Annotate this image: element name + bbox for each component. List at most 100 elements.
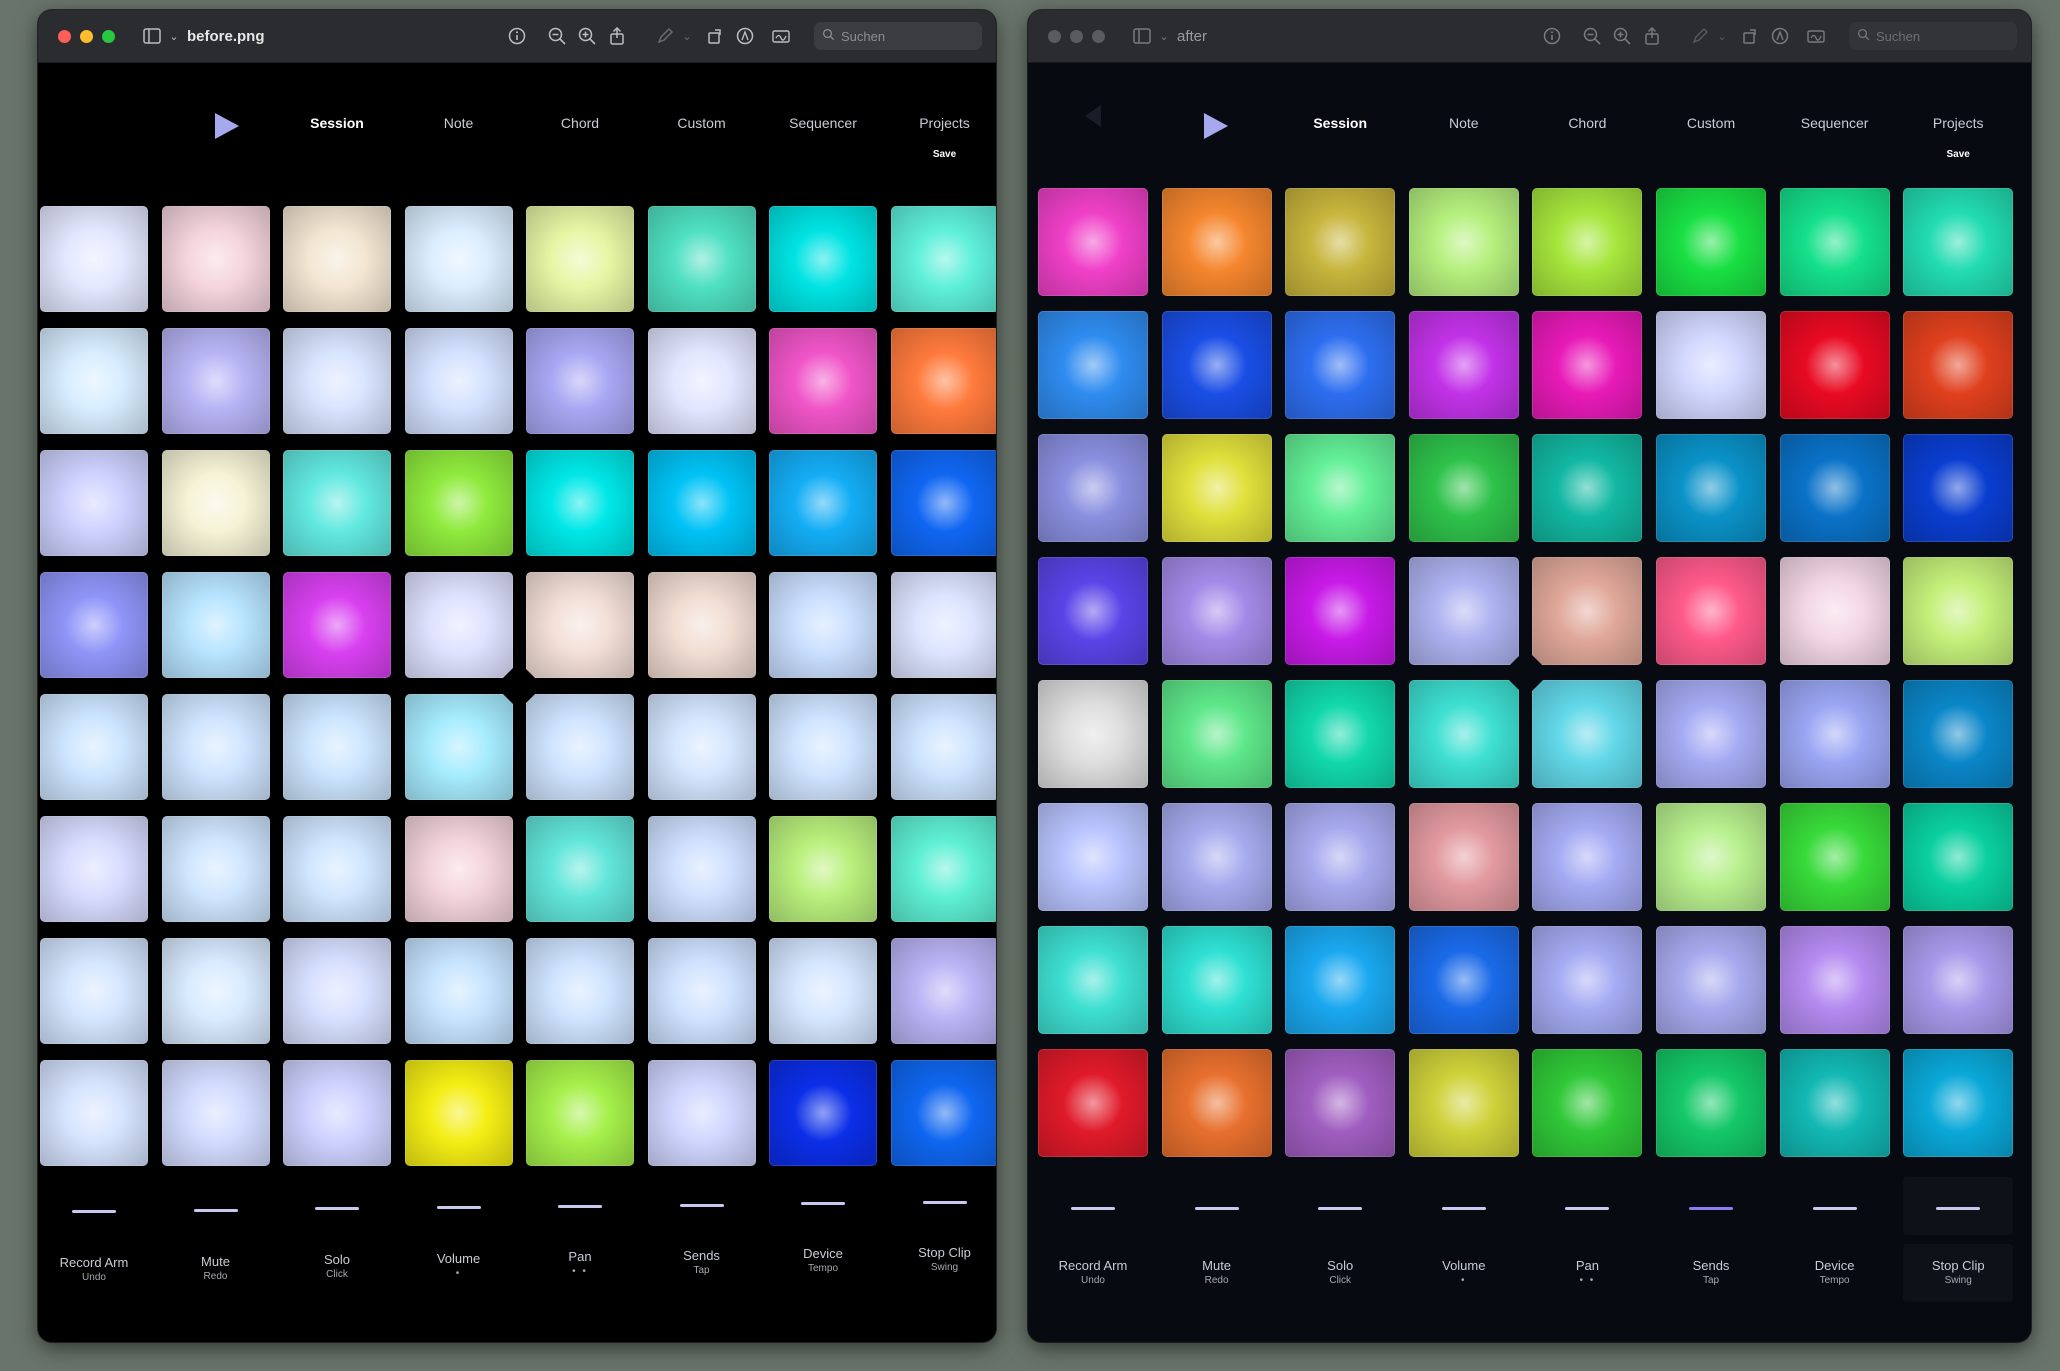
pad-r2-c6[interactable]: [1656, 311, 1766, 419]
function-record-arm[interactable]: Record Arm Undo: [1038, 1258, 1148, 1288]
chevron-down-icon[interactable]: ⌄: [167, 21, 181, 51]
function-device[interactable]: Device Tempo: [1780, 1258, 1890, 1288]
nav-tab-session[interactable]: Session: [282, 115, 392, 131]
pad-r7-c3[interactable]: [1285, 926, 1396, 1034]
pad-r5-c6[interactable]: [1656, 680, 1766, 788]
pad-r4-c6[interactable]: [647, 572, 756, 678]
pad-r3-c7[interactable]: [769, 450, 877, 556]
nav-tab-projects[interactable]: Projects Save: [890, 115, 997, 160]
track-button-5[interactable]: [1565, 1207, 1610, 1210]
pad-r1-c6[interactable]: [1656, 188, 1766, 296]
zoom-in-icon[interactable]: [572, 21, 602, 51]
pad-r3-c8[interactable]: [1903, 434, 2014, 542]
markup-pen-icon[interactable]: [1685, 21, 1715, 51]
track-button-2[interactable]: [193, 1208, 238, 1212]
sidebar-icon[interactable]: [1127, 21, 1157, 51]
pad-r1-c7[interactable]: [769, 206, 877, 312]
markup-pen-icon[interactable]: [650, 21, 680, 51]
track-button-7[interactable]: [801, 1202, 845, 1206]
search-field[interactable]: Suchen: [1849, 22, 2017, 50]
zoom-button[interactable]: [1092, 29, 1105, 43]
pad-r7-c6[interactable]: [1656, 926, 1766, 1034]
pad-r5-c1[interactable]: [40, 694, 148, 800]
track-button-8[interactable]: [1936, 1207, 1981, 1210]
pad-r2-c1[interactable]: [40, 328, 148, 434]
pad-r6-c2[interactable]: [161, 816, 270, 922]
pad-r8-c6[interactable]: [1656, 1049, 1766, 1157]
pad-r5-c2[interactable]: [161, 694, 270, 800]
pad-r4-c4[interactable]: [404, 572, 513, 678]
pad-r7-c3[interactable]: [283, 938, 391, 1044]
pad-r5-c5[interactable]: [526, 694, 634, 800]
pad-r5-c3[interactable]: [283, 694, 391, 800]
zoom-out-icon[interactable]: [1577, 21, 1607, 51]
pad-r1-c5[interactable]: [526, 206, 634, 312]
pad-r4-c2[interactable]: [161, 572, 270, 678]
pad-r6-c2[interactable]: [1161, 803, 1272, 911]
signature-icon[interactable]: [1801, 21, 1831, 51]
stop-clip-button-area[interactable]: [1903, 1177, 2014, 1235]
function-record-arm[interactable]: Record Arm Undo: [39, 1255, 149, 1285]
pad-r4-c6[interactable]: [1656, 557, 1766, 665]
pad-r3-c2[interactable]: [1161, 434, 1272, 542]
pad-r3-c6[interactable]: [647, 450, 756, 556]
pad-r3-c6[interactable]: [1656, 434, 1766, 542]
share-icon[interactable]: [602, 21, 632, 51]
minimize-button[interactable]: [1070, 29, 1083, 43]
play-triangle-icon[interactable]: [1203, 113, 1228, 139]
pad-r7-c5[interactable]: [1532, 926, 1643, 1034]
pad-r1-c2[interactable]: [161, 206, 270, 312]
nav-tab-chord[interactable]: Chord: [525, 115, 635, 131]
share-icon[interactable]: [1637, 21, 1667, 51]
pad-r7-c1[interactable]: [1038, 926, 1148, 1034]
track-button-2[interactable]: [1194, 1207, 1239, 1210]
pad-r2-c8[interactable]: [890, 328, 996, 434]
chevron-down-icon[interactable]: ⌄: [1157, 21, 1171, 51]
rotate-icon[interactable]: [700, 21, 730, 51]
pad-r5-c3[interactable]: [1285, 680, 1396, 788]
pad-r7-c8[interactable]: [890, 938, 996, 1044]
annotate-icon[interactable]: [730, 21, 760, 51]
annotate-icon[interactable]: [1765, 21, 1795, 51]
pad-r5-c4[interactable]: [404, 694, 513, 800]
pad-r7-c2[interactable]: [161, 938, 270, 1044]
function-pan[interactable]: Pan • •: [1532, 1258, 1642, 1288]
pad-r8-c4[interactable]: [1408, 1049, 1519, 1157]
pad-r4-c1[interactable]: [1038, 557, 1148, 665]
pad-r5-c6[interactable]: [647, 694, 756, 800]
pad-r5-c1[interactable]: [1038, 680, 1148, 788]
function-volume[interactable]: Volume •: [404, 1251, 514, 1281]
pad-r3-c2[interactable]: [161, 450, 270, 556]
nav-tab-session[interactable]: Session: [1285, 115, 1395, 131]
pad-r6-c8[interactable]: [890, 816, 996, 922]
pad-r6-c1[interactable]: [40, 816, 148, 922]
pad-r8-c4[interactable]: [404, 1060, 513, 1166]
pad-r3-c4[interactable]: [1408, 434, 1519, 542]
pad-r8-c2[interactable]: [1161, 1049, 1272, 1157]
pad-r4-c7[interactable]: [1779, 557, 1890, 665]
pad-r6-c3[interactable]: [283, 816, 391, 922]
pad-r4-c7[interactable]: [769, 572, 877, 678]
info-icon[interactable]: [1537, 21, 1567, 51]
zoom-out-icon[interactable]: [542, 21, 572, 51]
close-button[interactable]: [1048, 29, 1061, 43]
pad-r1-c2[interactable]: [1161, 188, 1272, 296]
back-triangle-icon[interactable]: [1085, 105, 1101, 127]
pad-r3-c1[interactable]: [1038, 434, 1148, 542]
pad-r1-c7[interactable]: [1779, 188, 1890, 296]
track-button-8[interactable]: [922, 1200, 967, 1204]
nav-tab-projects[interactable]: Projects Save: [1903, 115, 2013, 160]
pad-r8-c3[interactable]: [1285, 1049, 1396, 1157]
pad-r3-c3[interactable]: [1285, 434, 1396, 542]
pad-r6-c6[interactable]: [1656, 803, 1766, 911]
function-solo[interactable]: Solo Click: [1285, 1258, 1395, 1288]
pad-r1-c1[interactable]: [40, 206, 148, 312]
nav-tab-sequencer[interactable]: Sequencer: [1780, 115, 1890, 131]
pad-r6-c4[interactable]: [404, 816, 513, 922]
function-sends[interactable]: Sends Tap: [647, 1248, 757, 1278]
pad-r2-c3[interactable]: [283, 328, 391, 434]
pad-r2-c7[interactable]: [769, 328, 877, 434]
track-button-3[interactable]: [1318, 1207, 1363, 1210]
pad-r2-c4[interactable]: [1408, 311, 1519, 419]
function-stop-clip[interactable]: Stop Clip Swing: [890, 1245, 997, 1275]
